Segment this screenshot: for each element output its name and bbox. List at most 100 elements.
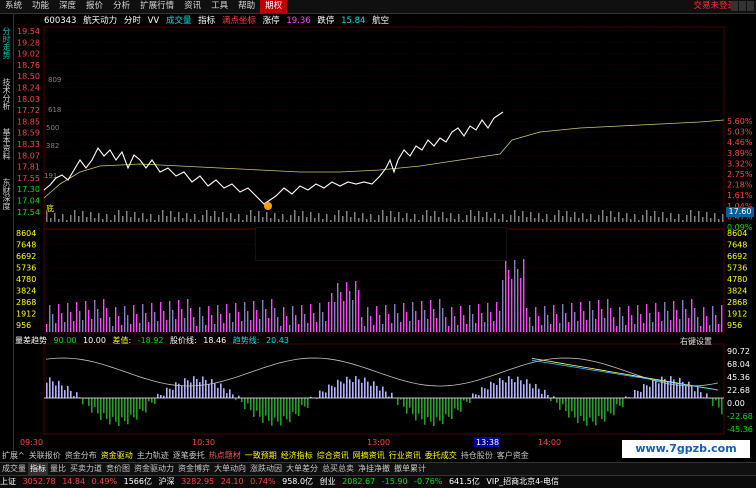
indicator-bar-neg xyxy=(259,398,261,417)
extension-tab-9[interactable]: 综合资讯 xyxy=(315,450,351,462)
indicator-tab-1[interactable]: 指标 xyxy=(28,463,48,475)
small-vol-bar xyxy=(630,219,632,222)
extension-tab-4[interactable]: 主力轨迹 xyxy=(135,450,171,462)
extension-tab-12[interactable]: 委托成交 xyxy=(423,450,459,462)
extension-tab-0[interactable]: 扩展^ xyxy=(0,450,27,462)
indicator-bar-neg xyxy=(604,398,606,422)
small-vol-bar xyxy=(322,219,324,222)
volume-bar xyxy=(187,299,188,332)
indicator-tab-2[interactable]: 量比 xyxy=(48,463,68,475)
small-vol-bar xyxy=(294,210,296,222)
volume-bar xyxy=(520,278,521,332)
small-vol-bar xyxy=(714,213,716,222)
hs-index-label[interactable]: 沪深 xyxy=(159,477,175,486)
volume-bar xyxy=(700,326,701,332)
small-vol-bar xyxy=(614,217,616,222)
small-vol-bar xyxy=(234,219,236,222)
extension-tab-8[interactable]: 经济指标 xyxy=(279,450,315,462)
volume-bar xyxy=(73,321,74,332)
small-vol-bar xyxy=(266,212,268,222)
price-line xyxy=(44,112,503,204)
extension-tab-13[interactable]: 持仓股份 xyxy=(459,450,495,462)
indicator-bar-neg xyxy=(433,398,435,426)
extension-tab-5[interactable]: 逐笔委托 xyxy=(171,450,207,462)
indicator-bar-neg xyxy=(418,398,420,414)
indicator-bar-pos xyxy=(76,392,78,398)
indicator-tab-12[interactable]: 撤单累计 xyxy=(392,463,428,475)
vip-server[interactable]: VIP_招商北京4-电信 xyxy=(486,477,559,486)
volume-bar xyxy=(418,320,419,332)
indicator-bar-pos xyxy=(223,388,225,398)
volume-bar xyxy=(679,319,680,332)
sh-index-label[interactable]: 上证 xyxy=(0,477,16,486)
indicator-tab-10[interactable]: 总买总卖 xyxy=(320,463,356,475)
volume-bar xyxy=(364,326,365,332)
cy-index-amount: 641.5亿 xyxy=(449,477,480,486)
price-tick: 19.54 xyxy=(17,27,40,36)
indicator-bar-pos xyxy=(373,381,375,398)
indicator-tab-9[interactable]: 大单差分 xyxy=(284,463,320,475)
volume-bar xyxy=(475,323,476,332)
indicator-tab-7[interactable]: 大单动向 xyxy=(212,463,248,475)
small-vol-bar xyxy=(182,218,184,222)
volume-bar xyxy=(343,301,344,332)
price-tick: 18.07 xyxy=(17,151,40,160)
indicator-tab-11[interactable]: 净挂净撤 xyxy=(356,463,392,475)
extension-tab-7[interactable]: 一致预期 xyxy=(243,450,279,462)
extension-tab-2[interactable]: 资金分布 xyxy=(63,450,99,462)
volume-bar xyxy=(571,303,572,332)
volume-bar xyxy=(607,299,608,332)
indicator-bar-pos xyxy=(343,384,345,398)
indicator-bar-pos xyxy=(328,385,330,398)
small-vol-bar xyxy=(186,213,188,222)
indicator-tab-3[interactable]: 买卖力道 xyxy=(68,463,104,475)
indicator-tab-5[interactable]: 资金驱动力 xyxy=(132,463,176,475)
indicator-bar-neg xyxy=(616,398,618,404)
indicator-bar-pos xyxy=(385,392,387,398)
small-vol-bar xyxy=(662,212,664,222)
pct-tick: 2.18% xyxy=(727,181,753,190)
right-click-settings[interactable]: 右键设置 xyxy=(680,336,712,347)
cy-index-label[interactable]: 创业 xyxy=(320,477,336,486)
volume-bar xyxy=(397,313,398,332)
indicator-tab-8[interactable]: 涨跌动因 xyxy=(248,463,284,475)
indicator-bar-pos xyxy=(646,385,648,398)
extension-tab-3[interactable]: 资金驱动 xyxy=(99,450,135,462)
watermark: www.7gpzb.com xyxy=(622,440,750,458)
extension-tab-10[interactable]: 网摘资讯 xyxy=(351,450,387,462)
extension-tab-14[interactable]: 客户资金 xyxy=(495,450,531,462)
extension-tab-11[interactable]: 行业资讯 xyxy=(387,450,423,462)
small-vol-bar xyxy=(690,210,692,222)
indicator-bar-pos xyxy=(484,388,486,398)
indicator-bar-pos xyxy=(67,386,69,398)
extension-tab-1[interactable]: 关联报价 xyxy=(27,450,63,462)
indicator-tab-4[interactable]: 竞价图 xyxy=(104,463,132,475)
volume-bar xyxy=(358,290,359,332)
indicator-tab-6[interactable]: 资金博弈 xyxy=(176,463,212,475)
extension-tab-bar: 扩展^关联报价资金分布资金驱动主力轨迹逐笔委托热点题材一致预期经济指标综合资讯网… xyxy=(0,450,620,462)
indicator-param2: 10.00 xyxy=(83,336,106,345)
pct-tick: 5.60% xyxy=(727,117,753,126)
volume-bar xyxy=(439,299,440,332)
indicator-bar-neg xyxy=(589,398,591,418)
volume-bar xyxy=(271,299,272,332)
indicator-bar-pos xyxy=(229,389,231,398)
cy-index-change: -15.90 xyxy=(382,477,408,486)
volume-bar xyxy=(433,309,434,332)
volume-bar xyxy=(640,314,641,332)
indicator-bar-pos xyxy=(340,382,342,398)
extension-tab-6[interactable]: 热点题材 xyxy=(207,450,243,462)
small-vol-bar xyxy=(250,210,252,222)
price-tick: 18.85 xyxy=(17,117,40,126)
volume-bar xyxy=(430,300,431,332)
small-vol-bar xyxy=(366,219,368,222)
volume-bar xyxy=(496,302,497,332)
indicator-tab-0[interactable]: 成交量 xyxy=(0,463,28,475)
volume-bar xyxy=(202,316,203,332)
volume-bar xyxy=(208,306,209,332)
volume-bar xyxy=(181,309,182,332)
small-vol-bar xyxy=(602,210,604,222)
small-vol-bar xyxy=(218,217,220,222)
indicator-bar-neg xyxy=(619,398,621,406)
indicator-title[interactable]: 量差趋势 xyxy=(15,336,47,345)
